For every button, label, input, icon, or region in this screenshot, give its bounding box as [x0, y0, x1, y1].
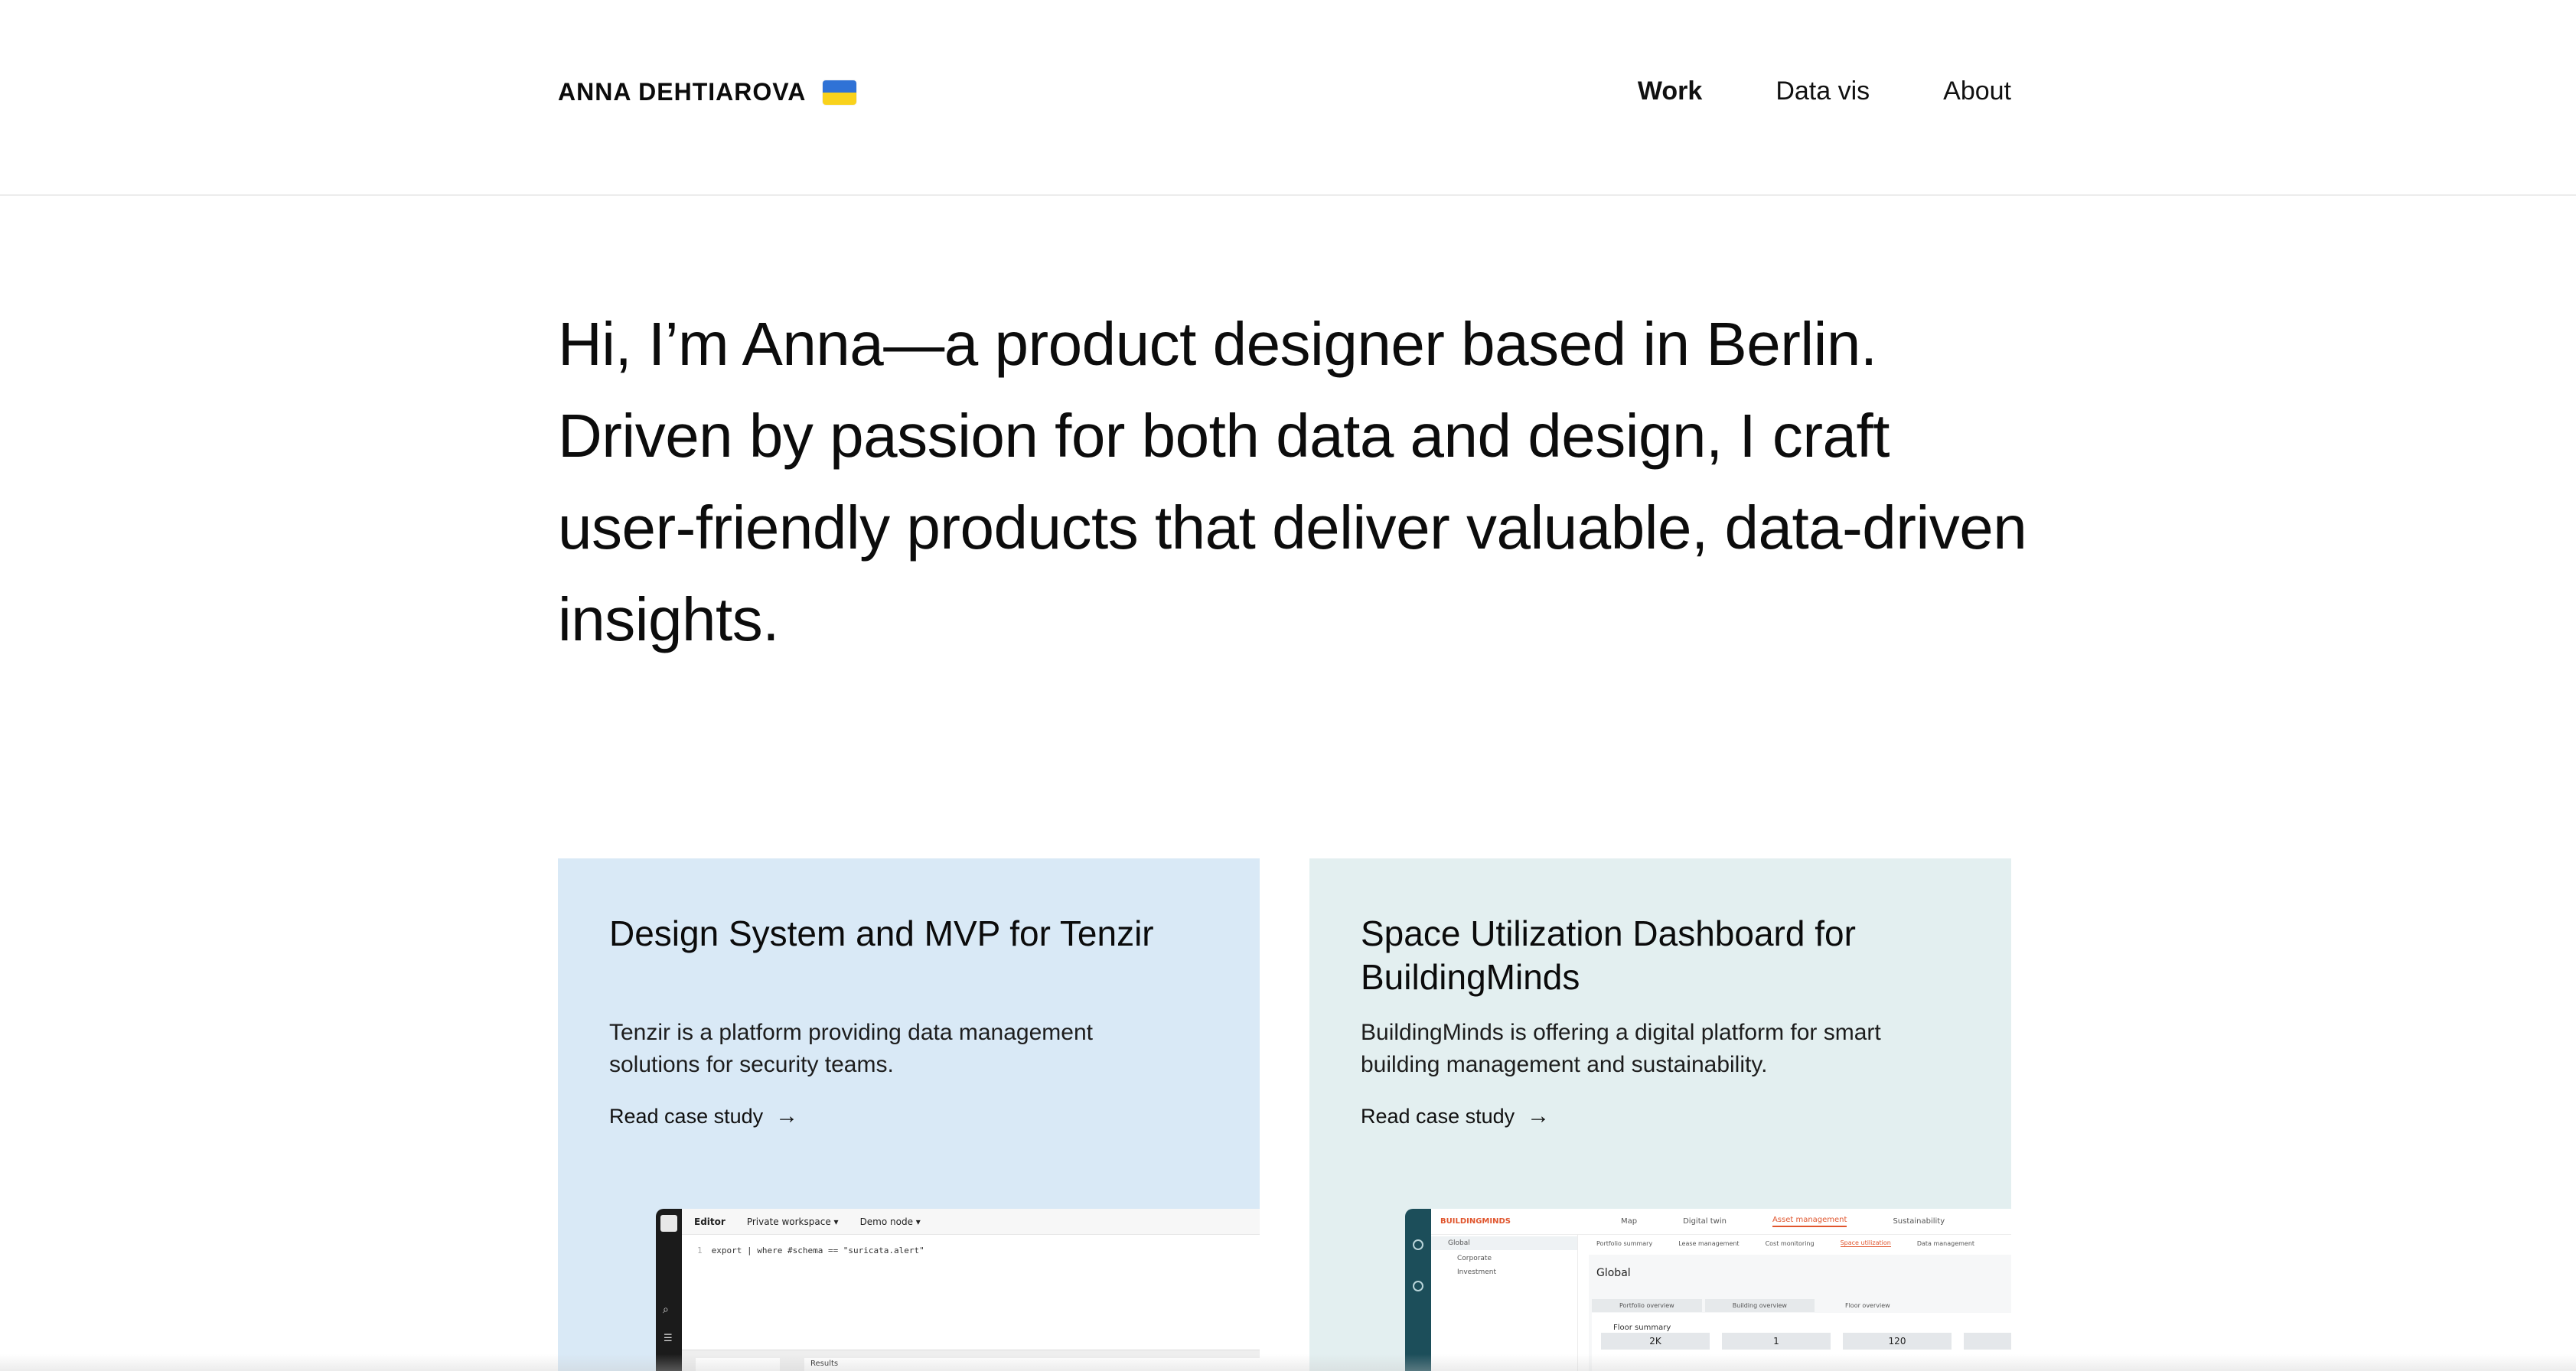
tenzir-logo-icon [660, 1215, 677, 1232]
stat-value: 15 [1964, 1333, 2011, 1350]
stat-value: 1 [1722, 1333, 1831, 1350]
bottom-fade [0, 1354, 2576, 1371]
view-tab: Floor overview [1817, 1299, 1918, 1312]
code-line: 1 export | where #schema == "suricata.ale… [697, 1246, 924, 1255]
read-case-study-link[interactable]: Read case study → [609, 1103, 798, 1129]
tenzir-screenshot: ⌕ ☰ Editor Private workspace ▾ Demo node… [656, 1209, 1260, 1371]
code-text: export | where #schema == "suricata.aler… [711, 1246, 924, 1255]
arrow-right-icon: → [1527, 1103, 1550, 1128]
bm-main: Global Portfolio overview Building overv… [1589, 1255, 2011, 1371]
link-label: Read case study [609, 1104, 764, 1128]
tree-item: Global [1431, 1236, 1577, 1250]
results-area: Results [682, 1350, 1260, 1371]
bm-tab-asset-management: Asset management [1772, 1216, 1847, 1227]
results-panel: Results [804, 1358, 1260, 1371]
card-description: BuildingMinds is offering a digital plat… [1361, 1020, 1881, 1077]
bm-logo: BUILDINGMINDS [1440, 1217, 1511, 1226]
bm-sidebar [1405, 1209, 1431, 1371]
nav-work[interactable]: Work [1638, 77, 1702, 106]
line-number: 1 [697, 1246, 703, 1255]
arrow-right-icon: → [775, 1103, 799, 1128]
chart-icon [1413, 1239, 1423, 1250]
card-tenzir[interactable]: Design System and MVP for Tenzir Tenzir … [558, 858, 1260, 1371]
bm-subtab: Cost monitoring [1765, 1239, 1815, 1247]
bm-subtab: Lease management [1678, 1239, 1740, 1247]
stat-value: 120 [1843, 1333, 1952, 1350]
tree-item: Investment [1457, 1268, 1496, 1276]
site-header: ANNA DEHTIAROVA Work Data vis About [0, 0, 2576, 196]
node-label: Demo node [859, 1216, 913, 1227]
link-label: Read case study [1361, 1104, 1515, 1128]
brand-name[interactable]: ANNA DEHTIAROVA [558, 78, 806, 106]
workspace-label: Private workspace [746, 1216, 831, 1227]
view-tab: Building overview [1704, 1299, 1815, 1312]
globe-icon [1413, 1281, 1423, 1291]
tree-item: Corporate [1457, 1255, 1492, 1262]
nav-about[interactable]: About [1943, 77, 2011, 106]
editor-toolbar: Editor Private workspace ▾ Demo node ▾ [682, 1209, 1260, 1235]
node-select: Demo node ▾ [859, 1216, 921, 1227]
bm-stats: 2K 1 120 15 [1601, 1333, 2011, 1350]
bm-heading: Global [1596, 1267, 1631, 1279]
ukraine-flag-icon [823, 80, 857, 105]
results-label: Results [810, 1360, 839, 1368]
card-buildingminds[interactable]: Space Utilization Dashboard for Building… [1309, 858, 2011, 1371]
hero-intro: Hi, I’m Anna—a product designer based in… [558, 310, 2027, 653]
tenzir-sidebar: ⌕ ☰ [656, 1209, 682, 1371]
search-icon: ⌕ [663, 1304, 669, 1316]
stat-value: 2K [1601, 1333, 1710, 1350]
bm-subtab: Data management [1916, 1239, 1975, 1247]
floor-summary-title: Floor summary [1613, 1324, 1671, 1332]
workspace-select: Private workspace ▾ [746, 1216, 839, 1227]
bm-subtabs: Portfolio summary Lease management Cost … [1589, 1235, 2011, 1252]
bm-tab-map: Map [1621, 1217, 1638, 1226]
card-title: Design System and MVP for Tenzir [609, 913, 1154, 953]
bm-view-tabs: Portfolio overview Building overview Flo… [1592, 1299, 1918, 1312]
nav-data-vis[interactable]: Data vis [1775, 77, 1870, 106]
card-description: Tenzir is a platform providing data mana… [609, 1020, 1093, 1077]
bm-tab-digital-twin: Digital twin [1683, 1217, 1727, 1226]
bm-topbar: BUILDINGMINDS Map Digital twin Asset man… [1431, 1209, 2011, 1235]
editor-title: Editor [694, 1216, 726, 1227]
read-case-study-link[interactable]: Read case study → [1361, 1103, 1550, 1129]
buildingminds-screenshot: BUILDINGMINDS Map Digital twin Asset man… [1405, 1209, 2011, 1371]
bm-tree: Global Corporate Investment [1431, 1235, 1578, 1371]
list-icon: ☰ [664, 1333, 673, 1344]
card-title: Space Utilization Dashboard for Building… [1361, 913, 1856, 997]
bm-tab-sustainability: Sustainability [1893, 1217, 1945, 1226]
brand[interactable]: ANNA DEHTIAROVA [558, 78, 857, 106]
main-nav: Work Data vis About [1638, 77, 2011, 106]
bm-subtab-active: Space utilization [1840, 1239, 1891, 1247]
bm-subtab: Portfolio summary [1596, 1239, 1653, 1247]
view-tab: Portfolio overview [1592, 1299, 1702, 1312]
panel-left [696, 1358, 780, 1371]
